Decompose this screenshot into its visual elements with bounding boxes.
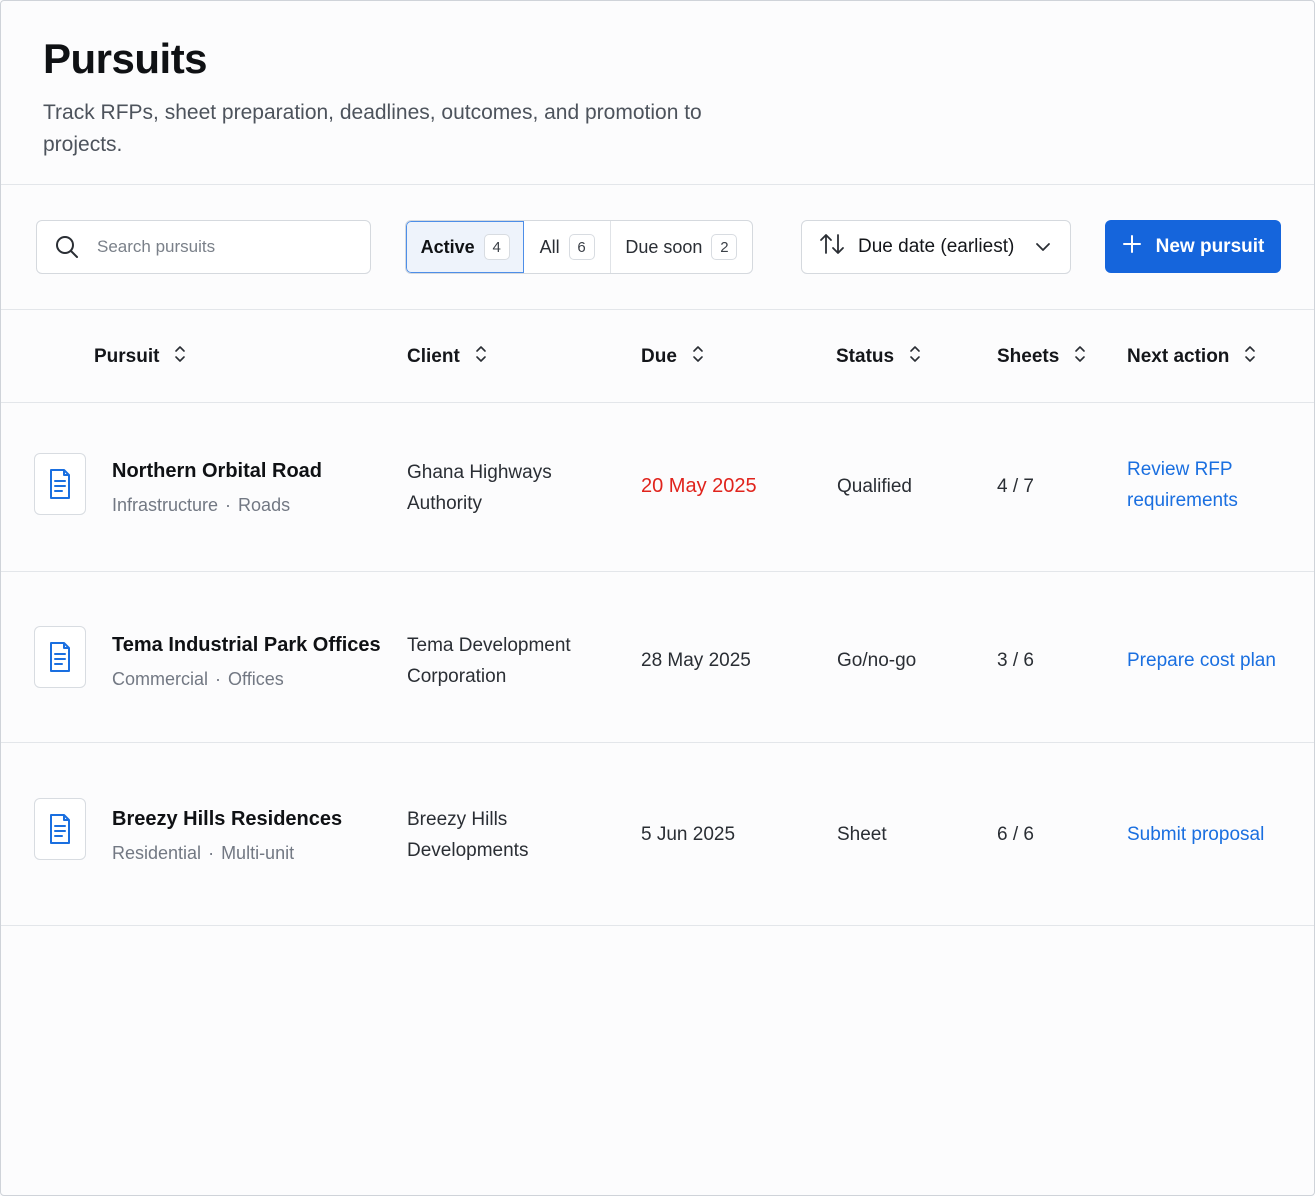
- status-text: Go/no-go: [837, 650, 917, 671]
- sort-arrows-icon: [818, 232, 846, 262]
- due-date: 28 May 2025: [641, 650, 751, 671]
- new-pursuit-button-label: New pursuit: [1155, 235, 1265, 257]
- meta-separator: ·: [225, 495, 232, 515]
- document-icon: [34, 798, 86, 860]
- column-header-label: Sheets: [997, 345, 1060, 367]
- filter-count-badge: 6: [568, 234, 595, 260]
- column-header-label: Next action: [1127, 345, 1230, 367]
- sort-toggle-icon: [173, 344, 187, 370]
- plus-icon: [1122, 234, 1142, 260]
- filter-tab-active[interactable]: Active 4: [406, 221, 525, 273]
- column-header-status[interactable]: Status: [836, 310, 922, 403]
- next-action-link[interactable]: Submit proposal: [1127, 819, 1264, 850]
- table-row[interactable]: Tema Industrial Park Offices Commercial ·…: [1, 572, 1314, 743]
- next-action-link[interactable]: Review RFP requirements: [1127, 454, 1238, 516]
- pursuit-subsector: Roads: [238, 495, 291, 515]
- client-name-line: Ghana Highways: [407, 462, 552, 483]
- sort-toggle-icon: [1073, 344, 1087, 370]
- table-row[interactable]: Northern Orbital Road Infrastructure · Roa…: [1, 403, 1314, 572]
- sort-toggle-icon: [1243, 344, 1257, 370]
- column-header-label: Client: [407, 345, 460, 367]
- app-window: Pursuits Track RFPs, sheet preparation, …: [0, 0, 1315, 1196]
- filter-tab-label: All: [539, 236, 560, 257]
- pursuit-name[interactable]: Northern Orbital Road: [112, 456, 322, 487]
- client-name-line: Corporation: [407, 666, 507, 687]
- client-name: Tema Development Corporation: [407, 630, 571, 692]
- filter-tabs: Active 4 All 6 Due soon 2: [405, 220, 753, 274]
- column-header-pursuit[interactable]: Pursuit: [94, 310, 187, 403]
- document-icon: [34, 626, 86, 688]
- status-text: Qualified: [837, 476, 912, 497]
- sort-select-value: Due date (earliest): [858, 236, 1015, 257]
- search-input[interactable]: [97, 237, 357, 257]
- column-header-label: Status: [836, 345, 895, 367]
- sort-toggle-icon: [474, 344, 488, 370]
- column-header-sheets[interactable]: Sheets: [997, 310, 1087, 403]
- filter-tab-all[interactable]: All 6: [524, 221, 611, 273]
- next-action-line: Review RFP: [1127, 459, 1233, 480]
- filter-tab-label: Due soon: [625, 236, 703, 257]
- client-name-line: Authority: [407, 493, 482, 514]
- page-title: Pursuits: [43, 35, 208, 82]
- sheets-progress: 6 / 6: [997, 824, 1034, 845]
- column-header-label: Due: [641, 345, 677, 367]
- client-name: Breezy Hills Developments: [407, 804, 528, 866]
- meta-separator: ·: [215, 669, 222, 689]
- pursuit-sector: Commercial: [112, 669, 209, 689]
- status-text: Sheet: [837, 824, 887, 845]
- table-header: Pursuit Client Due Status Sheets Next ac…: [1, 310, 1314, 403]
- toolbar: Active 4 All 6 Due soon 2 Due date (earl…: [1, 185, 1314, 310]
- pursuit-sector: Infrastructure: [112, 495, 219, 515]
- pursuit-meta: Residential · Multi-unit: [112, 838, 294, 869]
- filter-tab-label: Active: [420, 236, 475, 257]
- pursuit-meta: Commercial · Offices: [112, 664, 284, 695]
- page-subtitle: Track RFPs, sheet preparation, deadlines…: [43, 101, 702, 156]
- pursuit-meta: Infrastructure · Roads: [112, 490, 290, 521]
- chevron-down-icon: [1034, 238, 1052, 262]
- pursuit-name[interactable]: Breezy Hills Residences: [112, 804, 342, 835]
- pursuit-subsector: Offices: [228, 669, 284, 689]
- due-date: 20 May 2025: [641, 475, 757, 497]
- page-header: Pursuits Track RFPs, sheet preparation, …: [1, 1, 1314, 185]
- sort-select[interactable]: Due date (earliest): [801, 220, 1071, 274]
- column-header-next-action[interactable]: Next action: [1127, 310, 1257, 403]
- client-name-line: Developments: [407, 840, 529, 861]
- document-icon: [34, 453, 86, 515]
- filter-count-badge: 4: [483, 234, 510, 260]
- sort-toggle-icon: [691, 344, 705, 370]
- due-date: 5 Jun 2025: [641, 824, 736, 845]
- client-name-line: Tema Development: [407, 635, 571, 656]
- client-name: Ghana Highways Authority: [407, 457, 552, 519]
- column-header-label: Pursuit: [94, 345, 160, 367]
- filter-tab-due-soon[interactable]: Due soon 2: [611, 221, 752, 273]
- column-header-due[interactable]: Due: [641, 310, 705, 403]
- meta-separator: ·: [208, 843, 215, 863]
- pursuit-sector: Residential: [112, 843, 202, 863]
- table-row[interactable]: Breezy Hills Residences Residential · Mult…: [1, 743, 1314, 926]
- new-pursuit-button[interactable]: New pursuit: [1105, 220, 1281, 273]
- sheets-progress: 3 / 6: [997, 650, 1034, 671]
- next-action-link[interactable]: Prepare cost plan: [1127, 645, 1276, 676]
- sort-toggle-icon: [908, 344, 922, 370]
- sheets-progress: 4 / 7: [997, 476, 1034, 497]
- next-action-line: requirements: [1127, 490, 1238, 511]
- filter-count-badge: 2: [711, 234, 738, 260]
- search-box[interactable]: [36, 220, 371, 274]
- pursuit-subsector: Multi-unit: [221, 843, 295, 863]
- client-name-line: Breezy Hills: [407, 809, 508, 830]
- search-icon: [37, 221, 97, 273]
- pursuit-name[interactable]: Tema Industrial Park Offices: [112, 630, 381, 661]
- column-header-client[interactable]: Client: [407, 310, 488, 403]
